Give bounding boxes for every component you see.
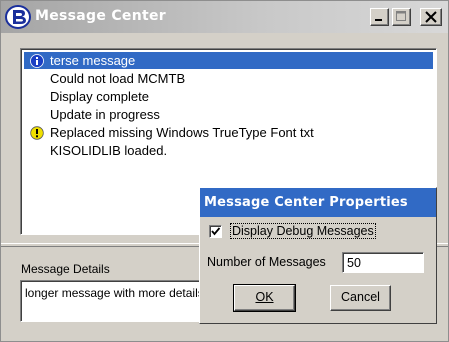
- window-title: Message Center: [35, 8, 166, 24]
- dialog-title: Message Center Properties: [204, 195, 408, 210]
- message-list-item[interactable]: Could not load MCMTB: [24, 70, 433, 87]
- title-bar[interactable]: Message Center: [1, 1, 448, 33]
- app-logo-icon: [5, 4, 31, 30]
- message-text: Update in progress: [50, 107, 160, 122]
- cancel-button[interactable]: Cancel: [330, 285, 391, 311]
- minimize-button[interactable]: [370, 8, 389, 26]
- message-text: Could not load MCMTB: [50, 71, 186, 86]
- message-text: Display complete: [50, 89, 149, 104]
- ok-button[interactable]: OK: [233, 284, 296, 312]
- ok-button-label: OK: [255, 290, 274, 304]
- properties-dialog: Message Center Properties Display Debug …: [199, 187, 437, 324]
- message-list-item[interactable]: Update in progress: [24, 106, 433, 123]
- message-list-item[interactable]: Replaced missing Windows TrueType Font t…: [24, 124, 433, 141]
- number-of-messages-input[interactable]: [342, 252, 424, 273]
- info-icon: [30, 54, 44, 68]
- close-icon: [425, 11, 437, 23]
- checkmark-icon: [211, 227, 221, 236]
- close-button[interactable]: [420, 8, 442, 26]
- message-text: KISOLIDLIB loaded.: [50, 143, 168, 158]
- debug-messages-label[interactable]: Display Debug Messages: [230, 223, 376, 239]
- message-list-item[interactable]: terse message: [24, 52, 433, 69]
- number-of-messages-label: Number of Messages: [207, 255, 326, 269]
- message-list-item[interactable]: Display complete: [24, 88, 433, 105]
- debug-messages-checkbox[interactable]: [209, 225, 222, 238]
- warning-icon: [30, 126, 44, 140]
- message-text: Replaced missing Windows TrueType Font t…: [50, 125, 314, 140]
- message-details-label: Message Details: [21, 262, 110, 276]
- maximize-icon: [396, 11, 406, 21]
- minimize-icon: [375, 19, 382, 21]
- maximize-button[interactable]: [392, 8, 411, 26]
- message-list-item[interactable]: KISOLIDLIB loaded.: [24, 142, 433, 159]
- message-details-text: longer message with more details: [25, 286, 204, 300]
- dialog-title-bar[interactable]: Message Center Properties: [200, 188, 436, 217]
- message-text: terse message: [50, 53, 136, 68]
- message-center-window: Message Center terse message Could not l…: [0, 0, 449, 342]
